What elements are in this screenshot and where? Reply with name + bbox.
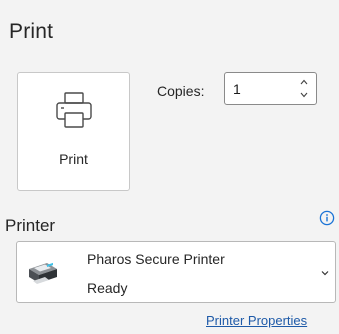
chevron-up-icon xyxy=(300,79,308,85)
page-title: Print xyxy=(9,20,54,43)
copies-decrement-button[interactable] xyxy=(298,89,310,101)
printer-heading: Printer xyxy=(5,216,56,235)
copies-value[interactable]: 1 xyxy=(233,81,241,97)
printer-name: Pharos Secure Printer xyxy=(87,251,225,267)
printer-properties-link[interactable]: Printer Properties xyxy=(206,313,307,328)
copies-spinner[interactable] xyxy=(298,76,310,102)
network-printer-icon xyxy=(29,262,57,284)
copies-stepper[interactable]: 1 xyxy=(224,72,317,105)
printer-status: Ready xyxy=(87,280,128,296)
info-icon[interactable] xyxy=(319,210,335,226)
print-panel: Print Print Copies: 1 Printer Pharos Sec… xyxy=(0,0,339,334)
printer-icon xyxy=(56,92,92,128)
printer-select[interactable]: Pharos Secure Printer Ready xyxy=(16,241,336,303)
chevron-down-icon xyxy=(321,271,329,276)
copies-increment-button[interactable] xyxy=(298,76,310,88)
print-button[interactable]: Print xyxy=(17,72,130,191)
copies-label: Copies: xyxy=(157,83,205,99)
print-button-label: Print xyxy=(59,151,88,167)
chevron-down-icon xyxy=(300,92,308,98)
